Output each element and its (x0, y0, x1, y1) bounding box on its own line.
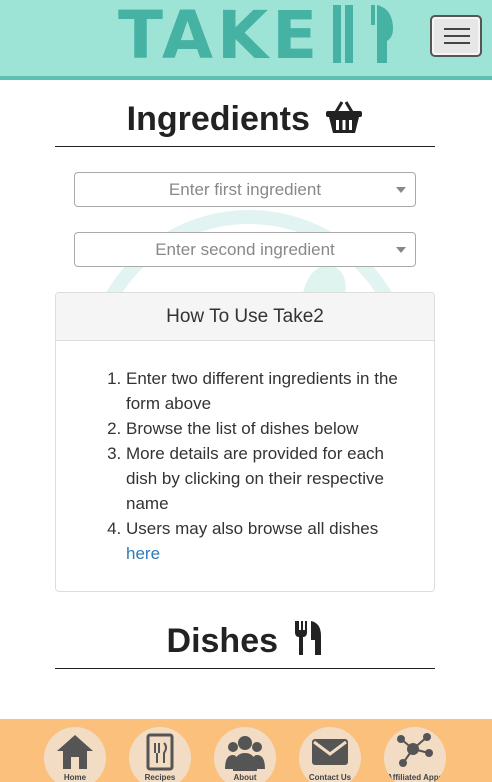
panel-body: Enter two different ingredients in the f… (56, 341, 434, 566)
nav-home-label: Home (63, 773, 87, 782)
browse-all-dishes-link[interactable]: here (126, 544, 160, 563)
nav-home-button[interactable]: Home (44, 727, 106, 782)
list-item: Enter two different ingredients in the f… (126, 366, 414, 416)
list-item: Browse the list of dishes below (126, 416, 414, 441)
how-to-use-panel: How To Use Take2 Enter two different ing… (55, 292, 435, 592)
hamburger-icon (444, 42, 470, 44)
list-item: More details are provided for each dish … (126, 441, 414, 516)
dishes-heading: Dishes (55, 620, 435, 669)
second-ingredient-placeholder: Enter second ingredient (155, 240, 335, 259)
list-item-text: Users may also browse all dishes (126, 519, 379, 538)
house-icon (57, 735, 93, 769)
second-ingredient-select[interactable]: Enter second ingredient (74, 232, 416, 267)
nav-affiliated-apps-button[interactable]: Affiliated Apps (384, 727, 446, 782)
fork-knife-icon (331, 3, 397, 70)
dishes-title: Dishes (166, 622, 279, 660)
nav-recipes-button[interactable]: Recipes (129, 727, 191, 782)
ingredients-heading: Ingredients (55, 100, 435, 147)
chevron-down-icon (396, 187, 406, 193)
nav-about-button[interactable]: About (214, 727, 276, 782)
hamburger-icon (444, 28, 470, 30)
nav-recipes-label: Recipes (144, 773, 176, 782)
instructions-list: Enter two different ingredients in the f… (106, 366, 414, 566)
nav-contact-button[interactable]: Contact Us (299, 727, 361, 782)
basket-icon (325, 100, 363, 143)
panel-title: How To Use Take2 (56, 293, 434, 341)
logo-text: TAKE (118, 0, 322, 74)
nav-affiliated-apps-label: Affiliated Apps (386, 773, 444, 782)
menu-toggle-button[interactable] (430, 15, 482, 57)
bottom-nav: Home Recipes About Contact Us Affiliated… (0, 719, 492, 782)
first-ingredient-select[interactable]: Enter first ingredient (74, 172, 416, 207)
cutlery-icon (293, 620, 323, 665)
nav-about-label: About (233, 773, 257, 782)
recipe-book-icon (146, 733, 174, 771)
chevron-down-icon (396, 247, 406, 253)
hamburger-icon (444, 35, 470, 37)
ingredients-title: Ingredients (126, 100, 310, 138)
list-item: Users may also browse all dishes here (126, 516, 414, 566)
top-bar: TAKE (0, 0, 492, 80)
nav-contact-label: Contact Us (308, 773, 352, 782)
app-logo[interactable]: TAKE (118, 2, 397, 70)
envelope-icon (312, 739, 348, 765)
share-network-icon (397, 733, 433, 767)
people-icon (225, 736, 265, 771)
first-ingredient-placeholder: Enter first ingredient (168, 180, 322, 199)
